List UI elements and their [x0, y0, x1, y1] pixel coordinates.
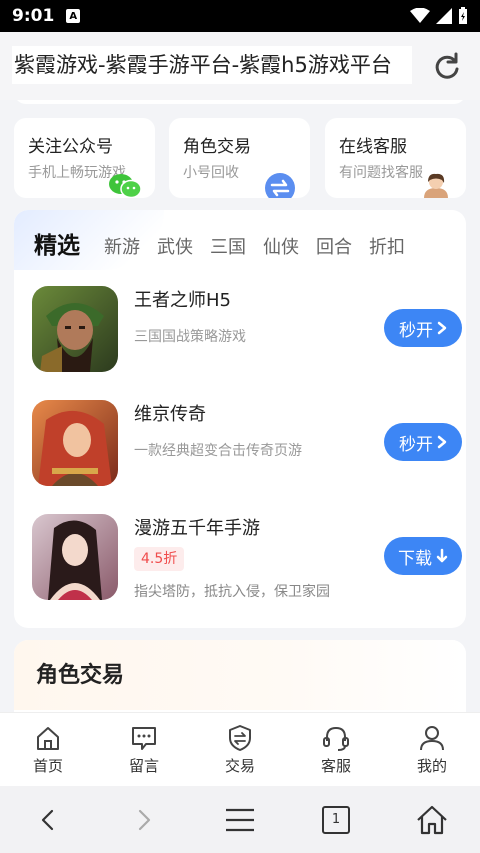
game-item[interactable]: 维京传奇 一款经典超变合击传奇页游 秒开	[32, 400, 462, 490]
tab-home[interactable]: 首页	[0, 713, 96, 786]
tabs-button[interactable]: 1	[312, 796, 360, 844]
tab-trade[interactable]: 交易	[192, 713, 288, 786]
game-desc: 一款经典超变合击传奇页游	[134, 443, 302, 459]
tab-label: 首页	[32, 757, 63, 775]
status-bar: 9:01 A	[0, 0, 480, 32]
tab-discount[interactable]: 折扣	[369, 233, 405, 259]
tab-label: 留言	[128, 757, 159, 775]
chevron-right-icon	[138, 809, 151, 830]
trade-shield-icon	[229, 725, 251, 751]
tab-mine[interactable]: 我的	[384, 713, 480, 786]
tab-wuxia[interactable]: 武侠	[157, 233, 193, 259]
wechat-icon	[109, 174, 141, 198]
chevron-left-icon	[41, 809, 54, 830]
game-cover[interactable]	[32, 286, 118, 372]
arrow-down-icon	[436, 548, 448, 563]
quick-link-role-trade[interactable]: 角色交易 小号回收	[169, 118, 310, 198]
tab-label: 客服	[320, 757, 351, 775]
agent-avatar-icon	[424, 173, 448, 198]
page-content: 关注公众号 手机上畅玩游戏 角色交易 小号回收 在线客服 有问题找客服 精选 新…	[0, 100, 480, 712]
headset-icon	[323, 726, 349, 751]
quick-link-title: 在线客服	[339, 137, 407, 157]
home-icon	[37, 727, 59, 750]
tab-message[interactable]: 留言	[96, 713, 192, 786]
game-item[interactable]: 王者之师H5 三国国战策略游戏 秒开	[32, 286, 462, 376]
chevron-right-icon	[437, 321, 447, 335]
tab-count: 1	[322, 805, 350, 834]
game-desc: 指尖塔防，抵抗入侵，保卫家园	[134, 584, 330, 600]
quick-link-follow-account[interactable]: 关注公众号 手机上畅玩游戏	[14, 118, 155, 198]
bottom-tab-bar: 首页 留言 交易 客服 我的	[0, 712, 480, 786]
button-label: 秒开	[399, 434, 433, 455]
tab-featured[interactable]: 精选	[34, 226, 80, 260]
reload-icon[interactable]	[430, 50, 464, 84]
status-time: 9:01	[12, 6, 55, 26]
tab-label: 交易	[224, 757, 255, 775]
menu-button[interactable]	[216, 796, 264, 844]
battery-icon	[459, 7, 467, 24]
home-icon	[417, 805, 447, 834]
browser-nav-bar: 1	[0, 786, 480, 853]
page-title[interactable]: 紫霞游戏-紫霞手游平台-紫霞h5游戏平台	[12, 46, 412, 84]
game-name: 维京传奇	[134, 404, 206, 425]
signal-icon	[436, 8, 452, 24]
instant-play-button[interactable]: 秒开	[384, 309, 462, 347]
tab-xianxia[interactable]: 仙侠	[263, 233, 299, 259]
featured-card: 精选 新游 武侠 三国 仙侠 回合 折扣 王者之师H5 三国国战策略游戏 秒开 …	[14, 210, 466, 628]
quick-link-title: 角色交易	[183, 137, 251, 157]
tab-turn-based[interactable]: 回合	[316, 233, 352, 259]
quick-link-title: 关注公众号	[28, 137, 113, 157]
quick-link-subtitle: 小号回收	[183, 165, 239, 181]
user-icon	[420, 726, 444, 751]
game-cover[interactable]	[32, 514, 118, 600]
tab-new-games[interactable]: 新游	[104, 233, 140, 259]
game-name: 王者之师H5	[134, 290, 231, 311]
quick-link-online-service[interactable]: 在线客服 有问题找客服	[325, 118, 466, 198]
browser-title-bar: 紫霞游戏-紫霞手游平台-紫霞h5游戏平台	[0, 32, 480, 100]
tab-label: 我的	[416, 757, 447, 775]
home-button[interactable]	[408, 796, 456, 844]
quick-link-subtitle: 有问题找客服	[339, 165, 423, 181]
chevron-right-icon	[437, 435, 447, 449]
game-cover[interactable]	[32, 400, 118, 486]
back-button[interactable]	[24, 796, 72, 844]
category-tabs: 精选 新游 武侠 三国 仙侠 回合 折扣	[34, 226, 422, 260]
section-title: 角色交易	[36, 662, 125, 688]
game-item[interactable]: 漫游五千年手游 4.5折 指尖塔防，抵抗入侵，保卫家园 下载	[32, 514, 462, 604]
notification-icon: A	[66, 9, 81, 23]
tab-three-kingdoms[interactable]: 三国	[210, 233, 246, 259]
menu-icon	[226, 808, 254, 831]
tab-service[interactable]: 客服	[288, 713, 384, 786]
download-button[interactable]: 下载	[384, 537, 462, 575]
banner-edge	[14, 100, 466, 104]
button-label: 秒开	[399, 320, 433, 341]
exchange-icon	[265, 173, 295, 198]
forward-button[interactable]	[120, 796, 168, 844]
discount-badge: 4.5折	[134, 547, 185, 571]
message-icon	[132, 727, 156, 750]
game-name: 漫游五千年手游	[134, 518, 260, 539]
wifi-icon	[410, 8, 430, 23]
game-desc: 三国国战策略游戏	[134, 329, 246, 345]
instant-play-button[interactable]: 秒开	[384, 423, 462, 461]
role-trade-card: 角色交易	[14, 640, 466, 712]
button-label: 下载	[398, 548, 432, 569]
